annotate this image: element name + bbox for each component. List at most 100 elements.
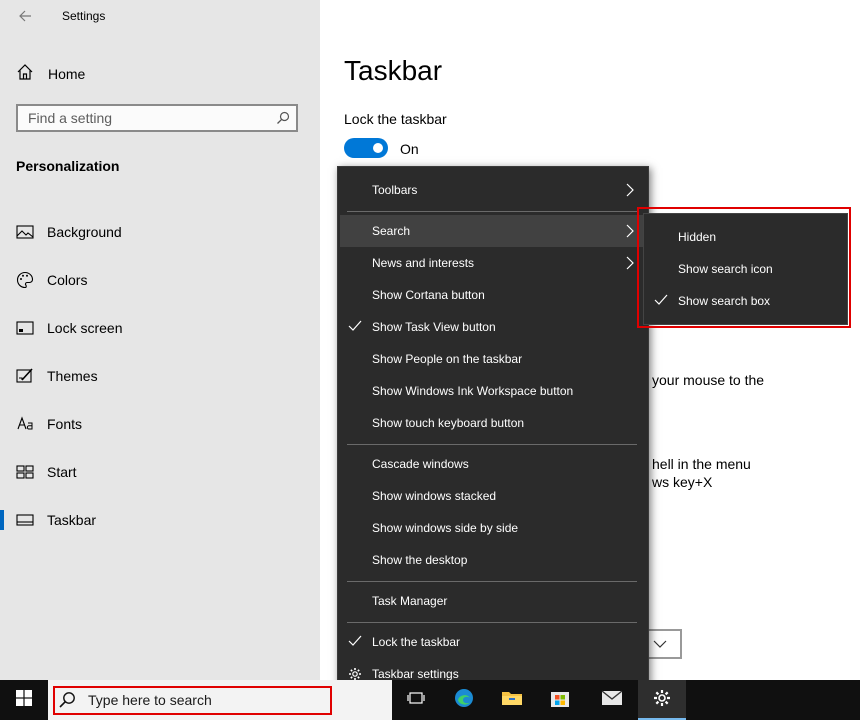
menu-item-label: Task Manager <box>372 594 448 608</box>
home-label: Home <box>48 66 86 82</box>
menu-item-search[interactable]: Search <box>340 215 646 247</box>
task-view-button[interactable] <box>392 680 440 720</box>
back-arrow-icon[interactable] <box>16 6 36 26</box>
search-submenu: Hidden Show search icon Show search box <box>643 213 848 325</box>
checkmark-icon <box>654 294 668 309</box>
menu-item-toolbars[interactable]: Toolbars <box>340 174 646 206</box>
setting-description-partial: ws key+X <box>652 474 713 490</box>
menu-item-show-desktop[interactable]: Show the desktop <box>340 544 646 576</box>
windows-taskbar: Type here to search <box>0 680 860 720</box>
home-nav-item[interactable]: Home <box>16 63 85 85</box>
app-title: Settings <box>62 9 106 23</box>
submenu-item-show-search-box[interactable]: Show search box <box>646 285 847 317</box>
menu-item-label: Show touch keyboard button <box>372 416 525 430</box>
setting-description-partial: your mouse to the <box>652 372 765 388</box>
menu-item-label: Taskbar settings <box>372 667 459 681</box>
edge-browser-button[interactable] <box>440 680 488 720</box>
menu-separator <box>347 622 637 623</box>
checkmark-icon <box>348 635 362 650</box>
menu-separator <box>347 444 637 445</box>
chevron-right-icon <box>626 224 634 241</box>
menu-item-label: Cascade windows <box>372 457 469 471</box>
themes-icon <box>16 367 34 385</box>
toggle-knob <box>373 143 383 153</box>
menu-item-label: Show windows stacked <box>372 489 497 503</box>
section-title: Personalization <box>16 158 120 174</box>
menu-separator <box>347 581 637 582</box>
sidebar-item-label: Themes <box>47 368 98 384</box>
checkmark-icon <box>348 320 362 335</box>
sidebar-item-fonts[interactable]: Fonts <box>0 400 320 448</box>
search-icon[interactable] <box>276 111 290 130</box>
sidebar-item-label: Fonts <box>47 416 83 432</box>
start-button[interactable] <box>0 680 48 720</box>
taskbar-context-menu: Toolbars Search News and interests Show … <box>337 166 649 691</box>
menu-separator <box>347 211 637 212</box>
menu-item-label: Toolbars <box>372 183 418 197</box>
menu-item-show-cortana[interactable]: Show Cortana button <box>340 279 646 311</box>
setting-description-partial: hell in the menu <box>652 456 751 472</box>
menu-item-label: Show search box <box>678 294 771 308</box>
submenu-item-show-search-icon[interactable]: Show search icon <box>646 253 847 285</box>
menu-item-lock-taskbar[interactable]: Lock the taskbar <box>340 626 646 658</box>
menu-item-label: Show Windows Ink Workspace button <box>372 384 574 398</box>
menu-item-show-windows-side-by-side[interactable]: Show windows side by side <box>340 512 646 544</box>
menu-item-show-people[interactable]: Show People on the taskbar <box>340 343 646 375</box>
fonts-icon <box>16 415 34 433</box>
submenu-item-hidden[interactable]: Hidden <box>646 221 847 253</box>
chevron-right-icon <box>626 256 634 273</box>
lock-screen-icon <box>16 319 34 337</box>
store-icon <box>550 688 570 713</box>
menu-item-label: Show Task View button <box>372 320 496 334</box>
settings-taskbar-button[interactable] <box>638 680 686 720</box>
menu-item-label: Show the desktop <box>372 553 468 567</box>
menu-item-show-windows-stacked[interactable]: Show windows stacked <box>340 480 646 512</box>
personalization-nav: Background Colors Lock screen Themes Fon… <box>0 208 320 544</box>
menu-item-label: Show windows side by side <box>372 521 519 535</box>
menu-item-cascade-windows[interactable]: Cascade windows <box>340 448 646 480</box>
sidebar-item-label: Taskbar <box>47 512 97 528</box>
menu-item-label: Search <box>372 224 411 238</box>
folder-icon <box>501 689 523 712</box>
find-setting-input[interactable] <box>18 106 278 130</box>
sidebar-item-colors[interactable]: Colors <box>0 256 320 304</box>
start-icon <box>16 463 34 481</box>
gear-icon <box>652 688 672 713</box>
edge-icon <box>453 687 475 714</box>
search-icon <box>58 691 76 714</box>
sidebar-item-themes[interactable]: Themes <box>0 352 320 400</box>
settings-sidebar: Settings Home Personalization Background… <box>0 0 320 680</box>
sidebar-item-label: Lock screen <box>47 320 123 336</box>
windows-logo-icon <box>16 689 32 711</box>
menu-item-show-touch-keyboard[interactable]: Show touch keyboard button <box>340 407 646 439</box>
menu-item-label: Show Cortana button <box>372 288 485 302</box>
sidebar-item-label: Colors <box>47 272 88 288</box>
find-setting-search[interactable] <box>16 104 298 132</box>
sidebar-item-lock-screen[interactable]: Lock screen <box>0 304 320 352</box>
sidebar-item-label: Background <box>47 224 122 240</box>
sidebar-item-taskbar[interactable]: Taskbar <box>0 496 320 544</box>
task-view-icon <box>407 690 425 711</box>
file-explorer-button[interactable] <box>488 680 536 720</box>
menu-item-label: Hidden <box>678 230 717 244</box>
page-title: Taskbar <box>344 55 443 86</box>
microsoft-store-button[interactable] <box>536 680 584 720</box>
taskbar-icon <box>16 511 34 529</box>
menu-item-show-task-view[interactable]: Show Task View button <box>340 311 646 343</box>
menu-item-show-ink-workspace[interactable]: Show Windows Ink Workspace button <box>340 375 646 407</box>
home-icon <box>16 63 34 86</box>
taskbar-search-placeholder: Type here to search <box>88 692 212 708</box>
lock-taskbar-toggle[interactable] <box>344 138 388 158</box>
lock-taskbar-label: Lock the taskbar <box>344 111 447 127</box>
chevron-down-icon <box>652 637 668 656</box>
menu-item-news-and-interests[interactable]: News and interests <box>340 247 646 279</box>
mail-button[interactable] <box>588 680 636 720</box>
image-icon <box>16 223 34 241</box>
menu-item-task-manager[interactable]: Task Manager <box>340 585 646 617</box>
taskbar-search-box[interactable]: Type here to search <box>48 680 392 720</box>
sidebar-item-start[interactable]: Start <box>0 448 320 496</box>
sidebar-item-background[interactable]: Background <box>0 208 320 256</box>
menu-item-label: News and interests <box>372 256 475 270</box>
menu-item-label: Show search icon <box>678 262 773 276</box>
sidebar-item-label: Start <box>47 464 77 480</box>
